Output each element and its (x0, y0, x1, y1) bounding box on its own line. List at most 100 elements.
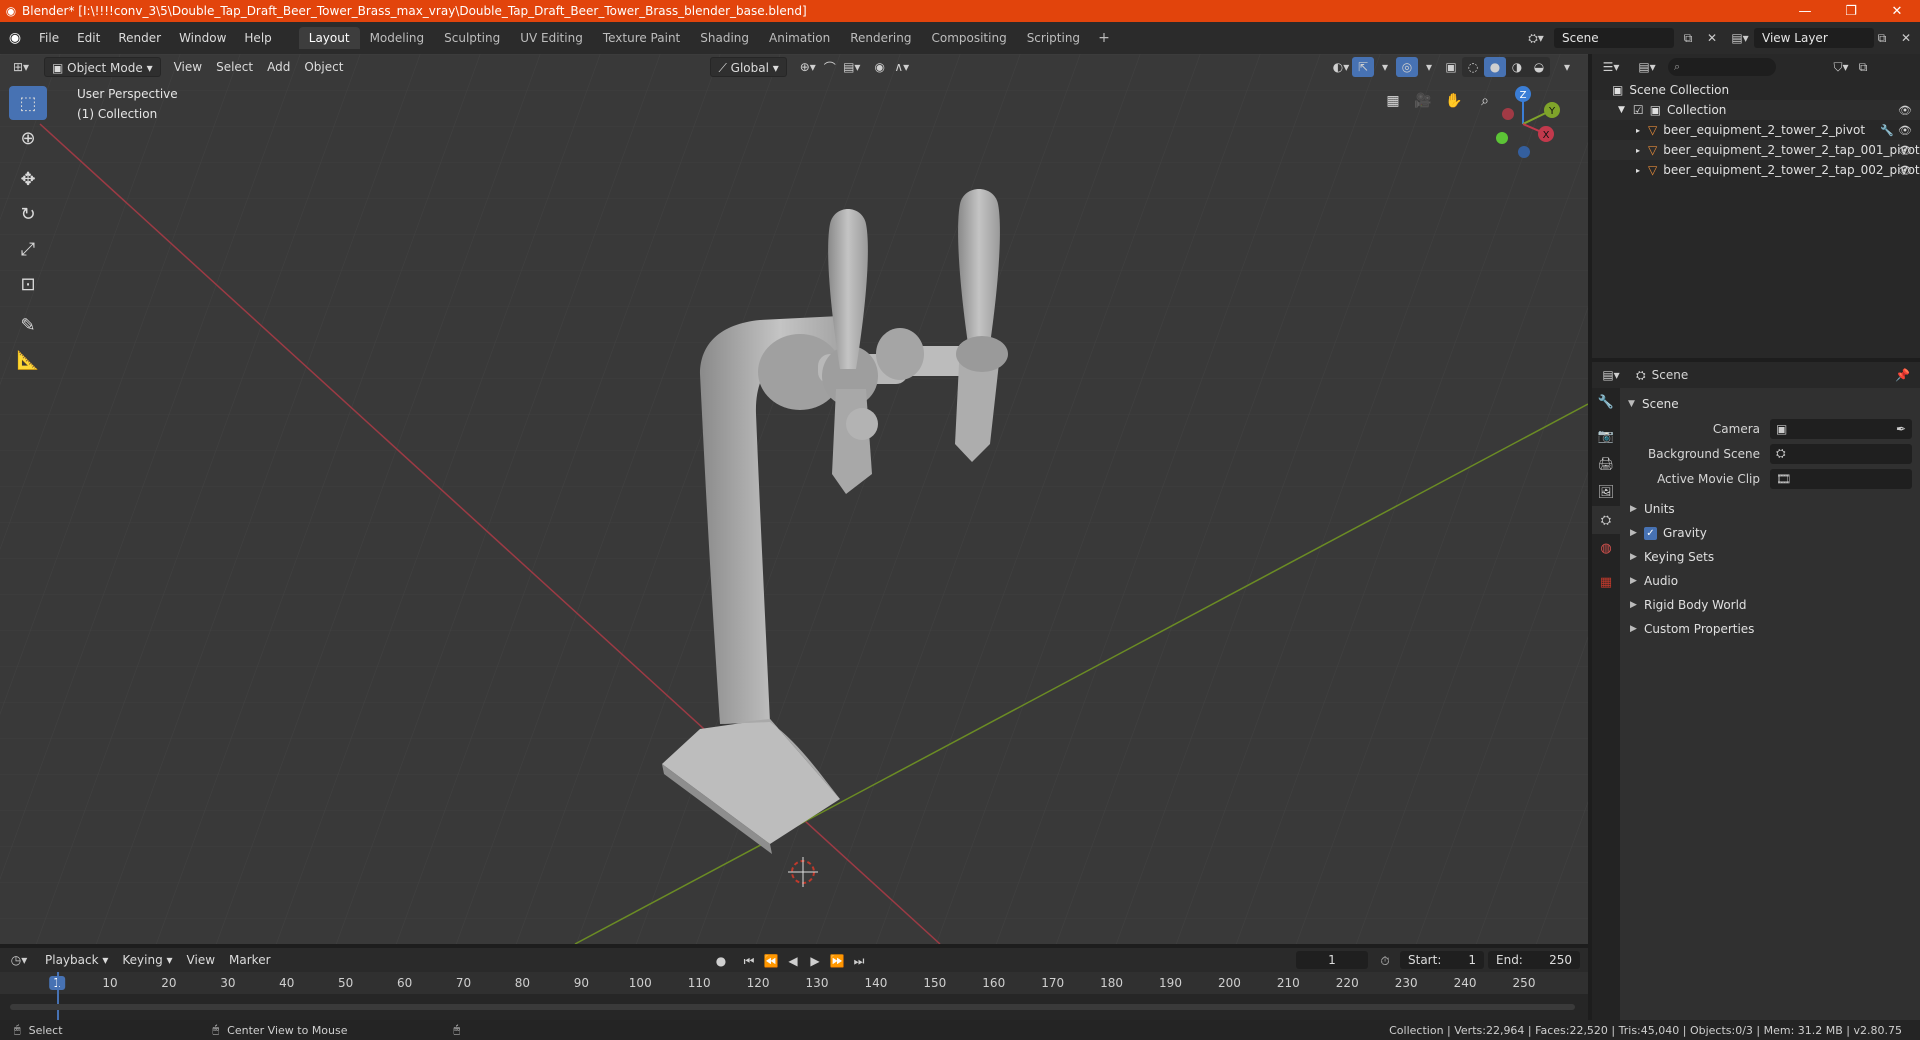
blender-menu-icon[interactable]: ◉ (0, 30, 30, 46)
expand-arrow-icon[interactable]: ▸ (1636, 126, 1640, 135)
jump-keyframe-back-icon[interactable]: ⏪ (760, 951, 782, 971)
audio-panel-header[interactable]: ▶ Audio (1622, 569, 1920, 593)
measure-tool-icon[interactable]: 📐 (9, 343, 47, 377)
play-icon[interactable]: ▶ (804, 951, 826, 971)
start-frame-field[interactable]: Start: 1 (1400, 951, 1484, 969)
timeline-track[interactable] (0, 972, 1588, 1020)
record-icon[interactable]: ● (710, 951, 732, 971)
expand-arrow-icon[interactable]: ▸ (1636, 166, 1640, 175)
gravity-panel-header[interactable]: ▶ ✓ Gravity (1622, 521, 1920, 545)
toggle-perspective-icon[interactable]: ▦ (1380, 88, 1406, 114)
jump-keyframe-forward-icon[interactable]: ⏩ (826, 951, 848, 971)
menu-add[interactable]: Add (260, 57, 297, 77)
current-frame-field[interactable]: 1 (1296, 951, 1368, 969)
tab-animation[interactable]: Animation (759, 27, 840, 49)
end-frame-field[interactable]: End: 250 (1488, 951, 1580, 969)
rigid-body-world-panel-header[interactable]: ▶ Rigid Body World (1622, 593, 1920, 617)
tab-modeling[interactable]: Modeling (360, 27, 435, 49)
snap-icon[interactable]: ⌒ (819, 57, 841, 77)
eye-icon[interactable]: 👁 (1898, 124, 1912, 137)
tab-scripting[interactable]: Scripting (1017, 27, 1090, 49)
units-panel-header[interactable]: ▶ Units (1622, 497, 1920, 521)
restore-button[interactable]: ❐ (1828, 0, 1874, 22)
collapse-arrow-icon[interactable]: ▼ (1618, 105, 1625, 115)
material-shading-icon[interactable]: ◑ (1506, 57, 1528, 77)
background-scene-field[interactable]: ⛭ (1770, 443, 1912, 464)
playhead[interactable] (57, 972, 59, 1020)
select-box-tool-icon[interactable]: ⬚ (9, 86, 47, 120)
gizmo-toggle-icon[interactable]: ⇱ (1352, 57, 1374, 77)
timeline-scrollbar[interactable] (10, 1004, 1575, 1010)
outliner-item-2[interactable]: ▸ ▽ beer_equipment_2_tower_2_tap_002_piv… (1592, 160, 1920, 180)
outliner-editor-type-icon[interactable]: ☰▾ (1600, 57, 1622, 77)
tab-uv-editing[interactable]: UV Editing (510, 27, 593, 49)
tab-layout[interactable]: Layout (298, 27, 360, 49)
menu-object[interactable]: Object (297, 57, 350, 77)
camera-field[interactable]: ▣ ✒ (1770, 418, 1912, 439)
playback-menu[interactable]: Playback ▾ (38, 950, 115, 970)
view-layer-field[interactable]: View Layer (1754, 28, 1874, 48)
render-tab-icon[interactable]: 📷 (1592, 422, 1620, 450)
pan-view-icon[interactable]: ✋ (1441, 88, 1467, 114)
eye-icon[interactable]: 👁 (1898, 144, 1912, 157)
scene-panel-header[interactable]: ▼ Scene (1622, 392, 1920, 416)
rendered-shading-icon[interactable]: ◒ (1528, 57, 1550, 77)
menu-view[interactable]: View (167, 57, 209, 77)
editor-type-icon[interactable]: ⊞▾ (10, 57, 32, 77)
gravity-checkbox[interactable]: ✓ (1644, 526, 1657, 540)
jump-end-icon[interactable]: ⏭ (848, 951, 870, 971)
menu-window[interactable]: Window (170, 27, 235, 49)
tab-sculpting[interactable]: Sculpting (434, 27, 510, 49)
collection-checkbox[interactable]: ☑ (1633, 103, 1644, 117)
view-layer-tab-icon[interactable]: 🖼 (1592, 478, 1620, 506)
scene-tab-icon[interactable]: ⛭ (1592, 506, 1620, 534)
active-movie-clip-field[interactable]: 🎞 (1770, 468, 1912, 489)
timeline-editor-type-icon[interactable]: ◷▾ (8, 950, 30, 970)
display-mode-icon[interactable]: ▤▾ (1636, 57, 1658, 77)
gizmo-dropdown-icon[interactable]: ▾ (1374, 57, 1396, 77)
3d-viewport[interactable]: ⊞▾ ▣ Object Mode ▾ View Select Add Objec… (0, 54, 1588, 944)
modifier-icon[interactable]: 🔧 (1880, 124, 1894, 137)
snap-target-icon[interactable]: ▤▾ (841, 57, 863, 77)
outliner-item-0[interactable]: ▸ ▽ beer_equipment_2_tower_2_pivot 🔧 👁 (1592, 120, 1920, 140)
tab-shading[interactable]: Shading (690, 27, 759, 49)
shading-dropdown-icon[interactable]: ▾ (1556, 57, 1578, 77)
visibility-icon[interactable]: ◐▾ (1330, 57, 1352, 77)
filter-icon[interactable]: ⛉▾ (1830, 57, 1852, 77)
world-tab-icon[interactable]: ◍ (1592, 534, 1620, 562)
delete-scene-icon[interactable]: ✕ (1698, 28, 1726, 48)
camera-view-icon[interactable]: 🎥 (1410, 88, 1436, 114)
menu-select[interactable]: Select (209, 57, 260, 77)
texture-tab-icon[interactable]: ▦ (1592, 568, 1620, 596)
minimize-button[interactable]: — (1782, 0, 1828, 22)
timeline-ruler[interactable]: 1102030405060708090100110120130140150160… (0, 972, 1588, 994)
delete-view-layer-icon[interactable]: ✕ (1892, 28, 1920, 48)
custom-properties-panel-header[interactable]: ▶ Custom Properties (1622, 617, 1920, 641)
add-workspace-button[interactable]: + (1090, 30, 1118, 46)
scene-selector-icon[interactable]: ⛭▾ (1522, 28, 1550, 48)
outliner-item-1[interactable]: ▸ ▽ beer_equipment_2_tower_2_tap_001_piv… (1592, 140, 1920, 160)
view-layer-selector-icon[interactable]: ▤▾ (1726, 28, 1754, 48)
outliner-search-input[interactable]: ⌕ (1668, 58, 1776, 76)
object-mode-dropdown[interactable]: ▣ Object Mode ▾ (44, 57, 161, 77)
tool-tab-icon[interactable]: 🔧 (1592, 388, 1620, 416)
rotate-tool-icon[interactable]: ↻ (9, 197, 47, 231)
play-reverse-icon[interactable]: ◀ (782, 951, 804, 971)
move-tool-icon[interactable]: ✥ (9, 162, 47, 196)
transform-orientation-dropdown[interactable]: ⟋ Global ▾ (710, 57, 787, 77)
timeline-view-menu[interactable]: View (180, 950, 222, 970)
keying-menu[interactable]: Keying ▾ (115, 950, 179, 970)
scale-tool-icon[interactable]: ⤢ (9, 232, 47, 266)
navigation-gizmo[interactable]: Z Y X (1478, 84, 1568, 164)
transform-tool-icon[interactable]: ⊡ (9, 267, 47, 301)
overlays-toggle-icon[interactable]: ◎ (1396, 57, 1418, 77)
scene-name-field[interactable]: Scene (1554, 28, 1674, 48)
eye-icon[interactable]: 👁 (1898, 164, 1912, 177)
pin-icon[interactable]: 📌 (1895, 368, 1910, 382)
properties-editor-type-icon[interactable]: ▤▾ (1600, 365, 1622, 385)
overlays-dropdown-icon[interactable]: ▾ (1418, 57, 1440, 77)
cursor-tool-icon[interactable]: ⊕ (9, 121, 47, 155)
menu-render[interactable]: Render (109, 27, 170, 49)
output-tab-icon[interactable]: 🖨 (1592, 450, 1620, 478)
stopwatch-icon[interactable]: ⏱ (1374, 951, 1396, 971)
